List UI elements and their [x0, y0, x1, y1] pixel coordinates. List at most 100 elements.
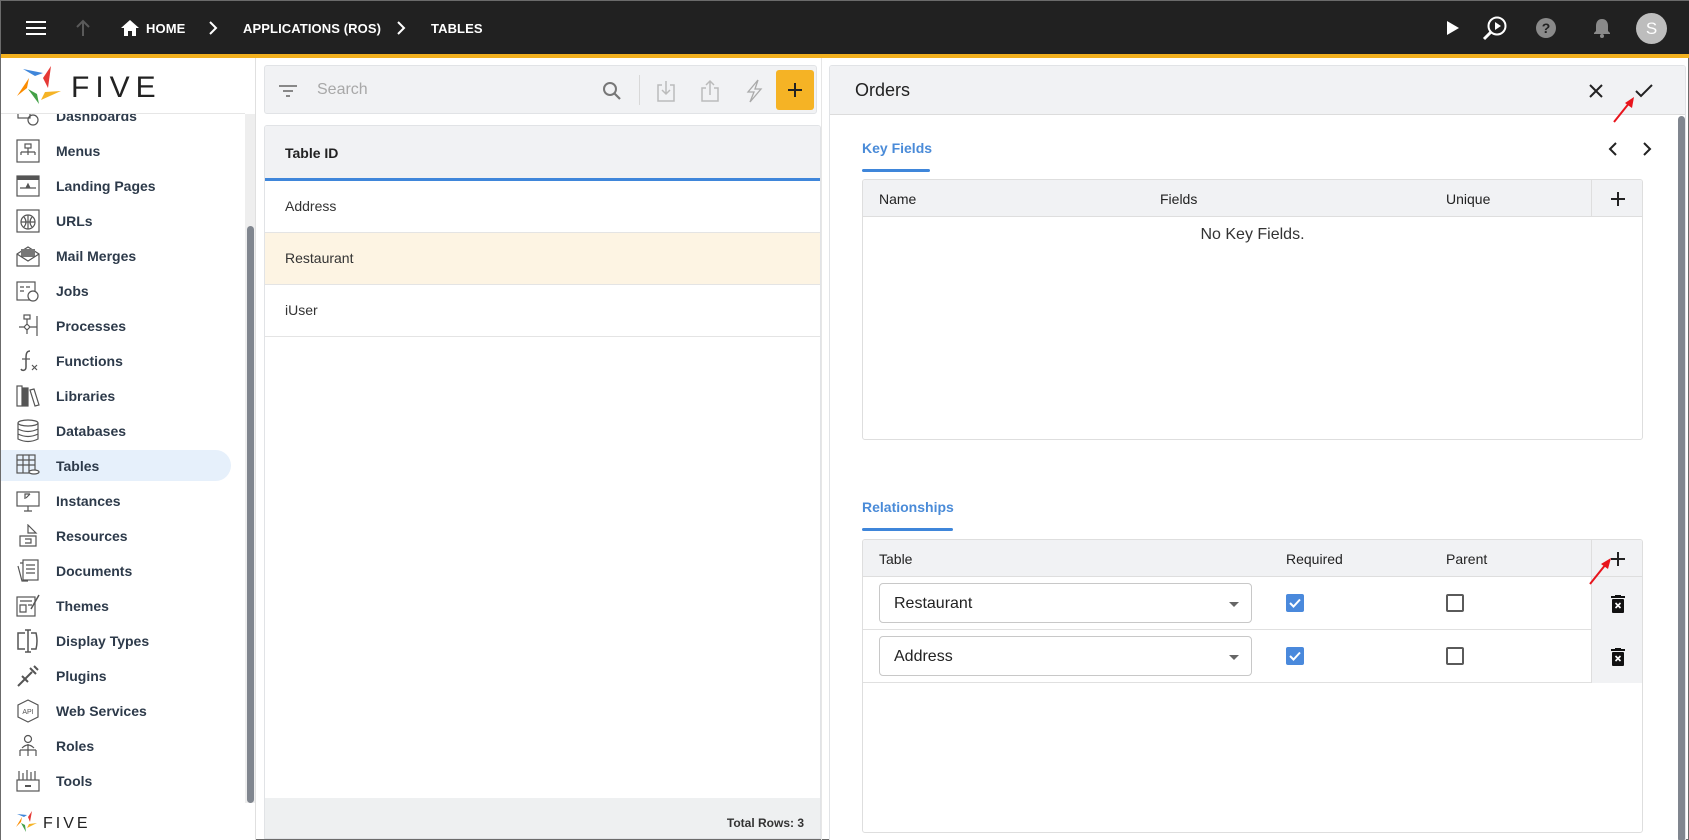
hamburger-icon[interactable] — [23, 15, 49, 41]
breadcrumb-applications[interactable]: APPLICATIONS (ROS) — [243, 21, 381, 36]
sidebar-item-mail-merges[interactable]: Mail Merges — [1, 240, 231, 271]
tab-indicator — [862, 169, 930, 172]
themes-icon — [16, 594, 40, 618]
arrow-up-icon[interactable] — [70, 15, 96, 41]
save-button[interactable] — [1630, 77, 1658, 105]
breadcrumb-home[interactable]: HOME — [146, 21, 185, 36]
sidebar-item-label: Display Types — [56, 632, 150, 649]
chevron-left-icon[interactable] — [1602, 138, 1624, 160]
svg-text:?: ? — [1542, 20, 1551, 36]
landing-page-icon — [16, 174, 40, 198]
plugins-icon — [16, 664, 40, 688]
sidebar-item-menus[interactable]: Menus — [1, 135, 231, 166]
add-relationship-button[interactable] — [1591, 540, 1642, 577]
required-checkbox[interactable] — [1286, 594, 1304, 612]
delete-row-button[interactable] — [1591, 577, 1642, 630]
sidebar-item-dashboards[interactable]: Dashboards — [1, 114, 231, 131]
roles-icon — [16, 734, 40, 758]
sidebar-item-landing-pages[interactable]: Landing Pages — [1, 170, 231, 201]
plus-icon — [1610, 191, 1625, 206]
processes-icon — [16, 313, 40, 338]
mail-merge-icon — [16, 244, 40, 268]
import-icon[interactable] — [651, 76, 681, 106]
add-record-button[interactable] — [776, 70, 814, 110]
parent-checkbox[interactable] — [1446, 594, 1464, 612]
sidebar-item-label: Jobs — [56, 282, 89, 299]
sidebar-item-label: Menus — [56, 142, 101, 159]
sidebar-item-documents[interactable]: Documents — [1, 555, 231, 586]
chevron-right-icon[interactable] — [1636, 138, 1658, 160]
play-icon[interactable] — [1440, 15, 1466, 41]
sidebar-item-tables[interactable]: Tables — [1, 450, 231, 481]
plus-icon — [1610, 551, 1625, 566]
table-row[interactable]: iUser — [265, 285, 820, 337]
bell-icon[interactable] — [1589, 15, 1615, 41]
svg-text:API: API — [22, 709, 33, 716]
column-header-table-id[interactable]: Table ID — [285, 145, 338, 161]
form-header: Orders — [830, 66, 1685, 115]
key-fields-grid: Name Fields Unique No Key Fields. — [862, 179, 1643, 440]
tab-relationships[interactable]: Relationships — [862, 499, 954, 515]
avatar[interactable]: S — [1636, 13, 1667, 44]
sidebar-item-label: Landing Pages — [56, 177, 156, 194]
search-icon[interactable] — [597, 76, 627, 106]
list-footer: Total Rows: 3 — [265, 798, 820, 838]
plus-icon — [788, 83, 802, 97]
sidebar-item-plugins[interactable]: Plugins — [1, 660, 231, 691]
table-select-value: Restaurant — [894, 595, 973, 612]
required-checkbox[interactable] — [1286, 647, 1304, 665]
table-row-label: Restaurant — [285, 250, 354, 266]
table-select-value: Address — [894, 648, 953, 665]
breadcrumb-tables[interactable]: TABLES — [431, 21, 483, 36]
form-scrollbar-thumb[interactable] — [1678, 116, 1685, 840]
sidebar-item-roles[interactable]: Roles — [1, 730, 231, 761]
sidebar-item-display-types[interactable]: Display Types — [1, 625, 231, 656]
check-icon — [1289, 651, 1301, 661]
sidebar-item-instances[interactable]: Instances — [1, 485, 231, 516]
sidebar-item-resources[interactable]: Resources — [1, 520, 231, 551]
home-icon[interactable] — [117, 15, 143, 41]
five-logo: FIVE — [15, 64, 180, 113]
filter-icon[interactable] — [273, 76, 303, 106]
help-icon[interactable]: ? — [1533, 15, 1559, 41]
tables-list: Table ID Address Restaurant iUser Total … — [264, 125, 821, 839]
table-row-selected[interactable]: Restaurant — [265, 233, 820, 285]
relationship-row: Restaurant — [863, 577, 1642, 630]
sidebar-item-libraries[interactable]: Libraries — [1, 380, 231, 411]
parent-checkbox[interactable] — [1446, 647, 1464, 665]
empty-message: No Key Fields. — [1200, 226, 1305, 243]
sidebar-item-processes[interactable]: Processes — [1, 310, 231, 341]
tab-indicator — [862, 528, 953, 531]
delete-row-button[interactable] — [1591, 630, 1642, 683]
close-button[interactable] — [1582, 77, 1610, 105]
sidebar-item-web-services[interactable]: API Web Services — [1, 695, 231, 726]
search-play-icon[interactable] — [1482, 15, 1508, 41]
table-row[interactable]: Address — [265, 181, 820, 233]
sidebar-item-label: Mail Merges — [56, 247, 137, 264]
caret-down-icon — [1229, 602, 1239, 607]
sidebar-item-label: Themes — [56, 597, 109, 614]
table-select[interactable]: Address — [879, 636, 1252, 676]
tables-icon — [16, 453, 40, 478]
delete-icon — [1610, 594, 1625, 613]
api-icon: API — [16, 698, 40, 723]
sidebar-nav: Dashboards Menus Landing Pages URLs Mail Mer… — [1, 114, 245, 794]
sidebar-item-functions[interactable]: Functions — [1, 345, 231, 376]
globe-icon — [16, 208, 40, 233]
add-key-field-button[interactable] — [1591, 180, 1642, 217]
export-icon[interactable] — [695, 76, 725, 106]
sidebar-item-databases[interactable]: Databases — [1, 415, 231, 446]
search-input[interactable] — [317, 78, 597, 102]
caret-down-icon — [1229, 655, 1239, 660]
lightning-icon[interactable] — [739, 76, 769, 106]
sidebar-item-tools[interactable]: Tools — [1, 765, 231, 794]
sidebar-item-themes[interactable]: Themes — [1, 590, 231, 621]
sidebar-item-label: Roles — [56, 737, 95, 754]
sidebar-item-jobs[interactable]: Jobs — [1, 275, 231, 306]
form-panel: Orders Key Fields Name Fields Unique No … — [829, 65, 1686, 840]
tab-key-fields[interactable]: Key Fields — [862, 140, 932, 156]
sidebar-scrollbar-thumb[interactable] — [247, 226, 254, 803]
table-select[interactable]: Restaurant — [879, 583, 1252, 623]
total-rows: Total Rows: 3 — [726, 816, 804, 830]
sidebar-item-urls[interactable]: URLs — [1, 205, 231, 236]
